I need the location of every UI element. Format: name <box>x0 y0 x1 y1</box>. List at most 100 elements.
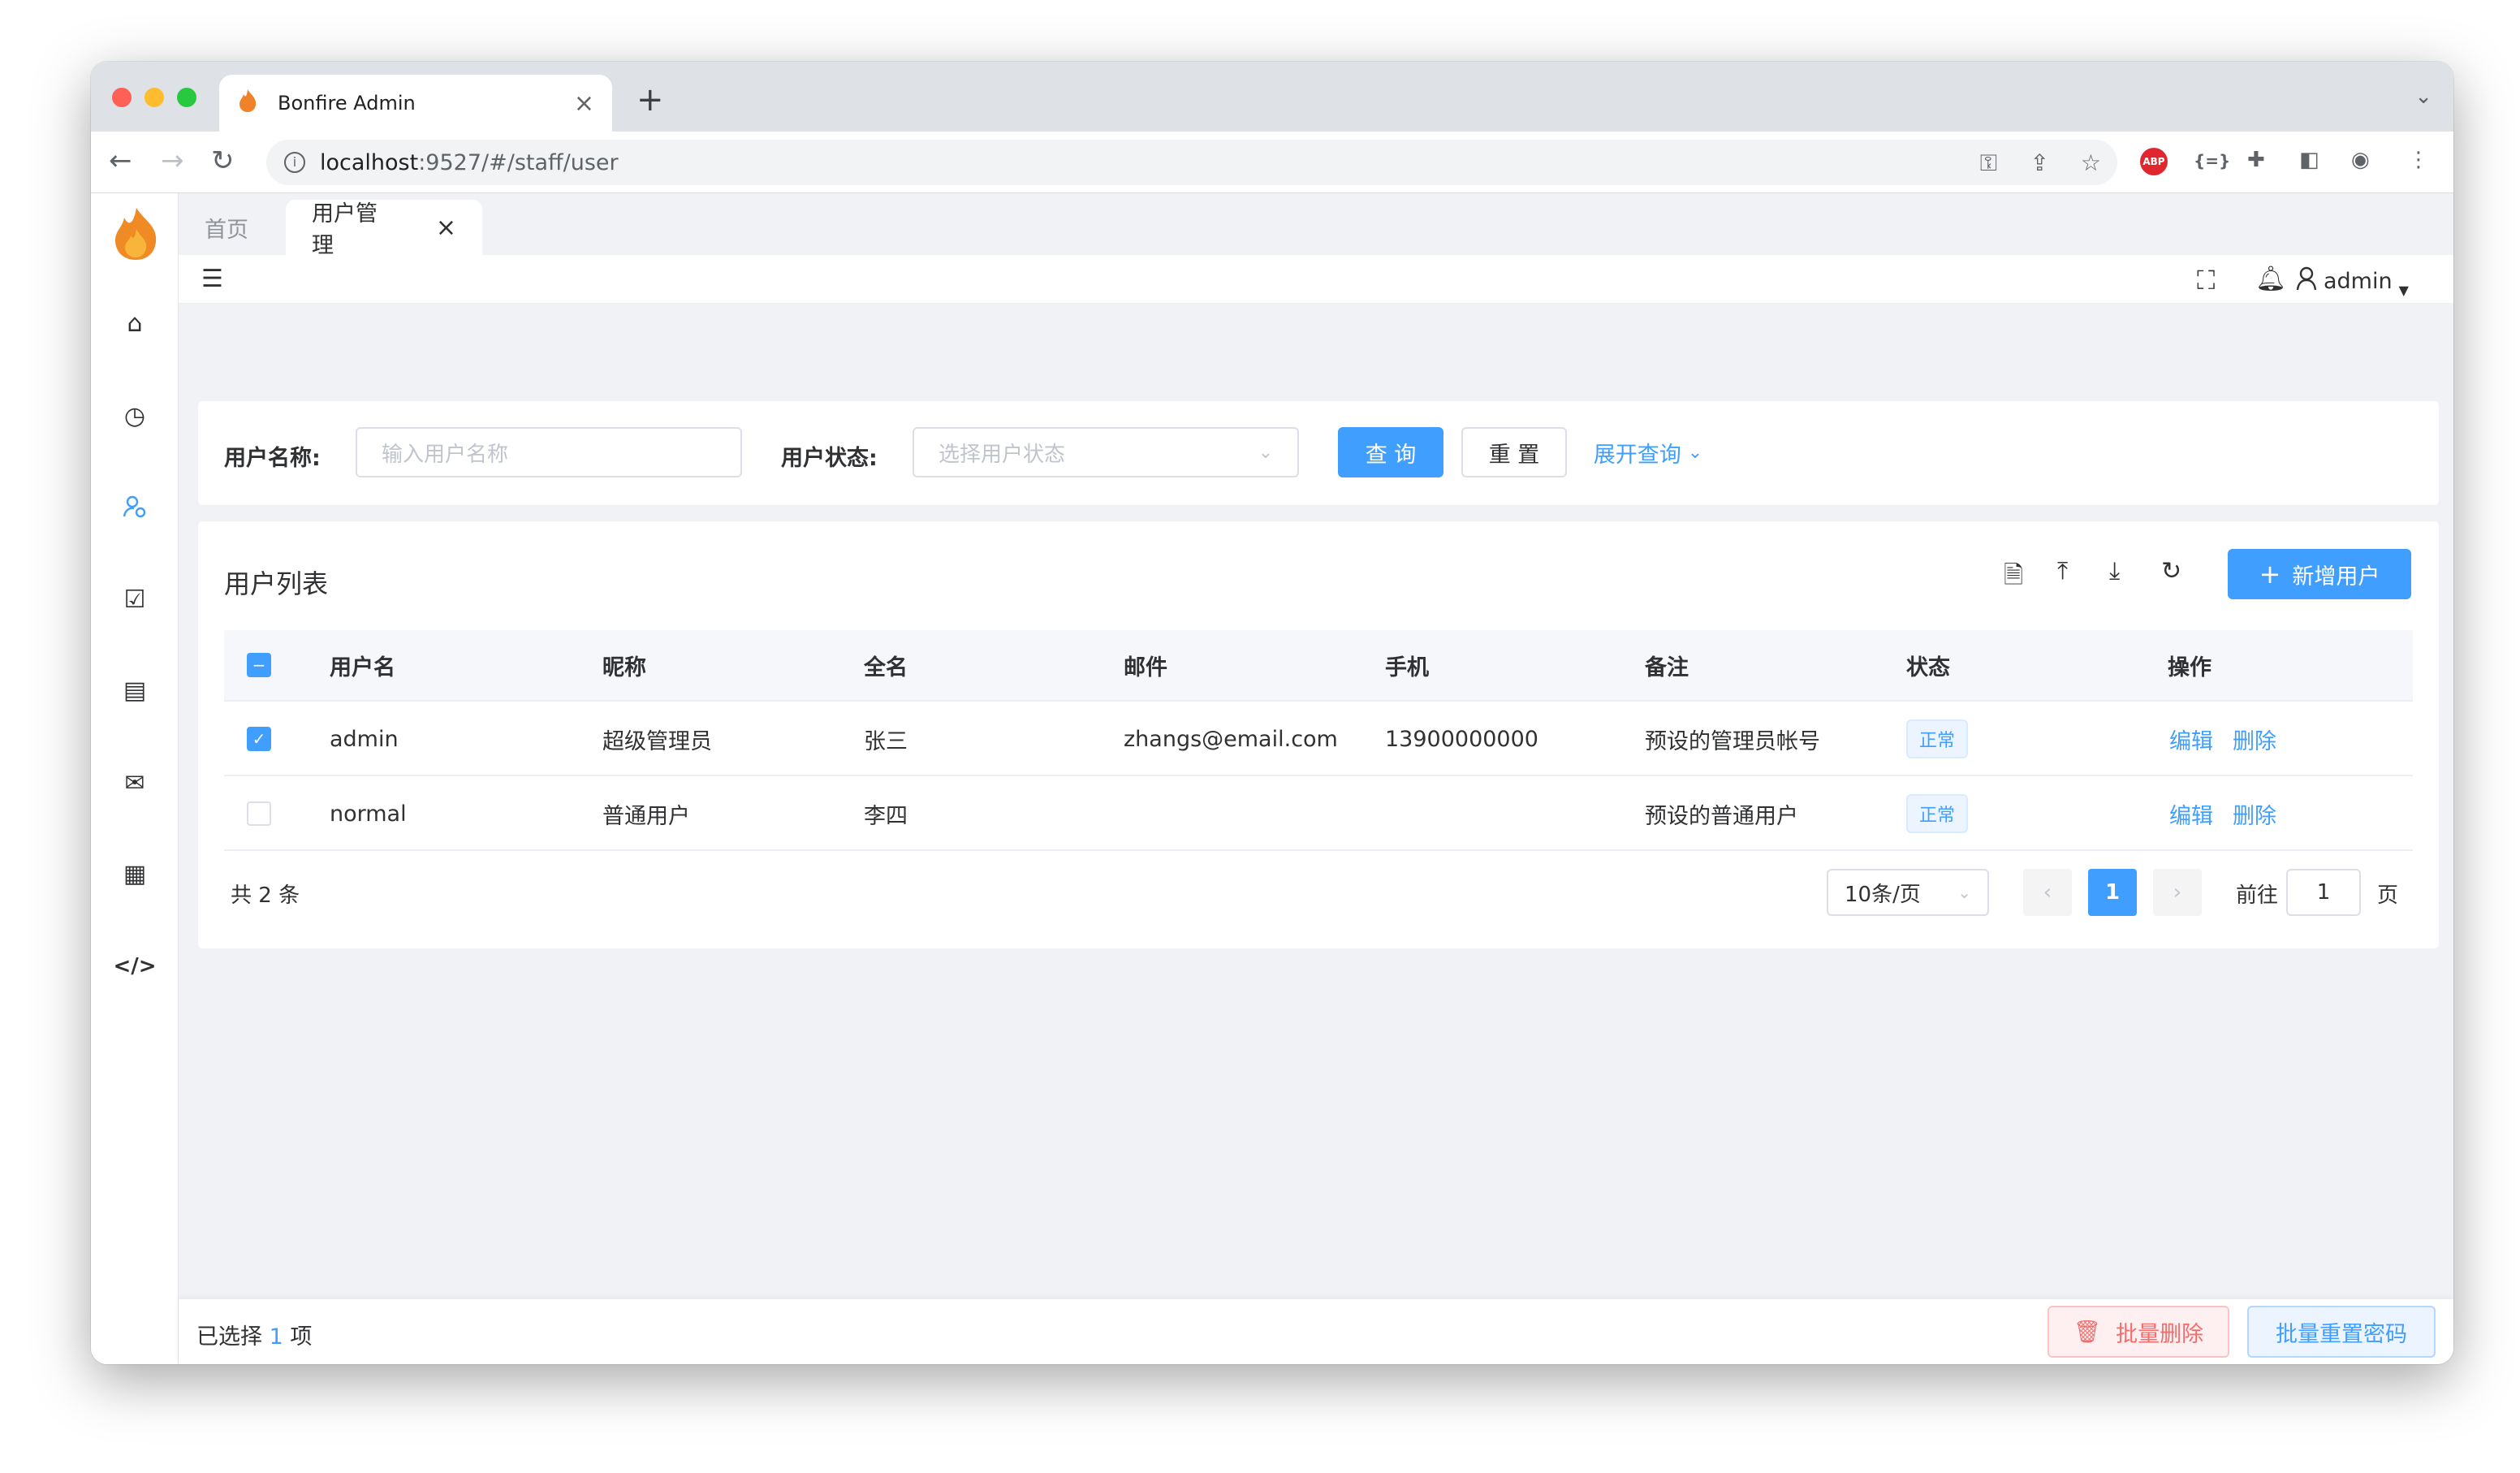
cell-status: 正常 <box>1906 778 1969 849</box>
table-row[interactable]: ✓ admin 超级管理员 张三 zhangs@email.com 139000… <box>224 703 2413 776</box>
expand-search-link[interactable]: 展开查询 ⌄ <box>1583 427 1713 477</box>
adblock-plus-icon[interactable]: ABP <box>2140 148 2168 175</box>
status-badge: 正常 <box>1906 794 1969 833</box>
search-panel: 用户名称: 输入用户名称 用户状态: 选择用户状态 ⌄ 查 询 重 置 展开查询 ⌄ <box>198 401 2439 505</box>
cell-actions: 编辑 删除 <box>2169 703 2276 775</box>
cell-nickname: 超级管理员 <box>602 728 712 754</box>
edit-link[interactable]: 编辑 <box>2169 798 2213 830</box>
flame-logo-icon <box>112 206 159 261</box>
column-header: 邮件 <box>1124 654 1167 680</box>
upload-icon[interactable]: ⤒ <box>2057 557 2068 585</box>
sidebar: ⌂ ◷ ☑ ▤ ✉ ▦ </> <box>91 193 179 1364</box>
cell-remark: 预设的普通用户 <box>1645 803 1798 829</box>
column-header: 操作 <box>2168 654 2211 680</box>
refresh-icon[interactable]: ↻ <box>2161 557 2181 585</box>
username-search-input[interactable]: 输入用户名称 <box>356 427 742 477</box>
reset-button[interactable]: 重 置 <box>1461 427 1567 477</box>
document-icon[interactable]: 🗎 <box>2004 557 2023 598</box>
row-checkbox[interactable]: ✓ <box>247 727 271 751</box>
page-number-button[interactable]: 1 <box>2088 869 2137 916</box>
maximize-window-button[interactable] <box>177 88 196 107</box>
close-tab-icon[interactable]: × <box>574 89 594 118</box>
tab-home[interactable]: 首页 <box>179 200 284 255</box>
json-extension-icon[interactable]: {=} <box>2194 151 2230 171</box>
reload-icon[interactable]: ↻ <box>211 145 235 177</box>
address-bar[interactable]: i localhost:9527/#/staff/user ⚿ ⇪ ☆ <box>266 140 2117 185</box>
caret-down-icon: ▼ <box>2398 283 2409 298</box>
forward-arrow-icon[interactable]: → <box>161 145 184 177</box>
download-icon[interactable]: ⤓ <box>2109 557 2120 585</box>
browser-menu-icon[interactable]: ⋮ <box>2408 148 2429 172</box>
chevron-down-icon: ⌄ <box>1687 442 1703 463</box>
batch-delete-button[interactable]: 🗑︎ 批量删除 <box>2048 1306 2229 1358</box>
top-navbar: ☰ 🔔︎ ⛶ admin ▼ <box>179 255 2453 304</box>
browser-tabstrip: Bonfire Admin × + ⌄ <box>91 62 2453 132</box>
column-header: 用户名 <box>330 654 395 680</box>
cell-email: zhangs@email.com <box>1124 726 1338 752</box>
username: admin <box>2324 269 2393 294</box>
share-icon[interactable]: ⇪ <box>2030 149 2049 176</box>
new-tab-button[interactable]: + <box>636 81 664 119</box>
sidebar-user-icon[interactable] <box>91 482 179 531</box>
next-page-button[interactable]: › <box>2153 869 2202 916</box>
goto-page-input[interactable]: 1 <box>2286 869 2361 916</box>
cell-nickname: 普通用户 <box>602 803 690 829</box>
page-size-select[interactable]: 10条/页 ⌄ <box>1827 869 1989 916</box>
query-button[interactable]: 查 询 <box>1338 427 1443 477</box>
status-badge: 正常 <box>1906 719 1969 758</box>
cell-username: admin <box>330 726 399 752</box>
key-icon[interactable]: ⚿ <box>1980 149 1997 177</box>
flame-favicon-icon <box>237 89 265 119</box>
back-arrow-icon[interactable]: ← <box>109 145 132 177</box>
bookmark-star-icon[interactable]: ☆ <box>2081 149 2101 176</box>
url-text: localhost:9527/#/staff/user <box>320 149 619 175</box>
page-tabs: 首页 用户管理 × <box>179 193 2453 258</box>
sidebar-table-icon[interactable]: ▤ <box>91 666 179 715</box>
add-user-button[interactable]: + 新增用户 <box>2228 549 2411 599</box>
sidebar-clipboard-icon[interactable]: ▦ <box>91 849 179 898</box>
extensions-puzzle-icon[interactable]: ✚ <box>2247 148 2265 172</box>
sidebar-home-icon[interactable]: ⌂ <box>91 299 179 348</box>
user-menu[interactable]: admin ▼ <box>2296 265 2409 298</box>
prev-page-button[interactable]: ‹ <box>2023 869 2072 916</box>
tab-search-chevron-icon[interactable]: ⌄ <box>2414 84 2432 109</box>
page-suffix: 页 <box>2377 883 2399 908</box>
browser-tab[interactable]: Bonfire Admin × <box>219 75 612 132</box>
batch-reset-password-button[interactable]: 批量重置密码 <box>2247 1306 2436 1358</box>
select-all-checkbox[interactable]: − <box>247 653 271 677</box>
close-window-button[interactable] <box>112 88 132 107</box>
row-checkbox[interactable] <box>247 801 271 826</box>
sidebar-code-icon[interactable]: </> <box>91 942 179 991</box>
list-title: 用户列表 <box>224 568 329 599</box>
delete-link[interactable]: 删除 <box>2233 724 2276 755</box>
close-tab-icon[interactable]: × <box>436 214 456 242</box>
bell-icon[interactable]: 🔔︎ <box>2255 265 2286 293</box>
sidebar-checklist-icon[interactable]: ☑ <box>91 575 179 624</box>
table-row[interactable]: normal 普通用户 李四 预设的普通用户 正常 编辑 删除 <box>224 778 2413 851</box>
fullscreen-icon[interactable]: ⛶ <box>2197 265 2215 296</box>
column-header: 状态 <box>1906 654 1950 680</box>
tab-user-management[interactable]: 用户管理 × <box>286 200 482 258</box>
status-select[interactable]: 选择用户状态 ⌄ <box>913 427 1299 477</box>
batch-action-bar: 已选择 1 项 🗑︎ 批量删除 批量重置密码 <box>179 1299 2453 1364</box>
total-count: 共 2 条 <box>231 883 300 908</box>
column-header: 全名 <box>864 654 908 680</box>
user-list-panel: 用户列表 🗎 ⤒ ⤓ ↻ + 新增用户 − 用户名 昵称 全名 邮件 手机 备注 … <box>198 521 2439 948</box>
browser-toolbar: ← → ↻ i localhost:9527/#/staff/user ⚿ ⇪ … <box>91 132 2453 193</box>
edit-link[interactable]: 编辑 <box>2169 724 2213 755</box>
user-icon <box>2296 266 2317 296</box>
minimize-window-button[interactable] <box>145 88 164 107</box>
profile-avatar-icon[interactable]: ◉ <box>2351 148 2370 172</box>
pagination: 共 2 条 10条/页 ⌄ ‹ 1 › 前往 1 页 <box>198 856 2439 929</box>
collapse-sidebar-icon[interactable]: ☰ <box>201 265 223 293</box>
side-panel-icon[interactable]: ◧ <box>2299 148 2319 172</box>
column-header: 备注 <box>1645 654 1689 680</box>
username-search-label: 用户名称: <box>224 446 321 471</box>
column-header: 手机 <box>1385 654 1429 680</box>
browser-window: Bonfire Admin × + ⌄ ← → ↻ i localhost:95… <box>91 62 2453 1364</box>
sidebar-mail-icon[interactable]: ✉ <box>91 758 179 807</box>
sidebar-dashboard-icon[interactable]: ◷ <box>91 391 179 440</box>
site-info-icon[interactable]: i <box>284 152 305 173</box>
delete-link[interactable]: 删除 <box>2233 798 2276 830</box>
tab-user-management-label: 用户管理 <box>312 201 378 258</box>
